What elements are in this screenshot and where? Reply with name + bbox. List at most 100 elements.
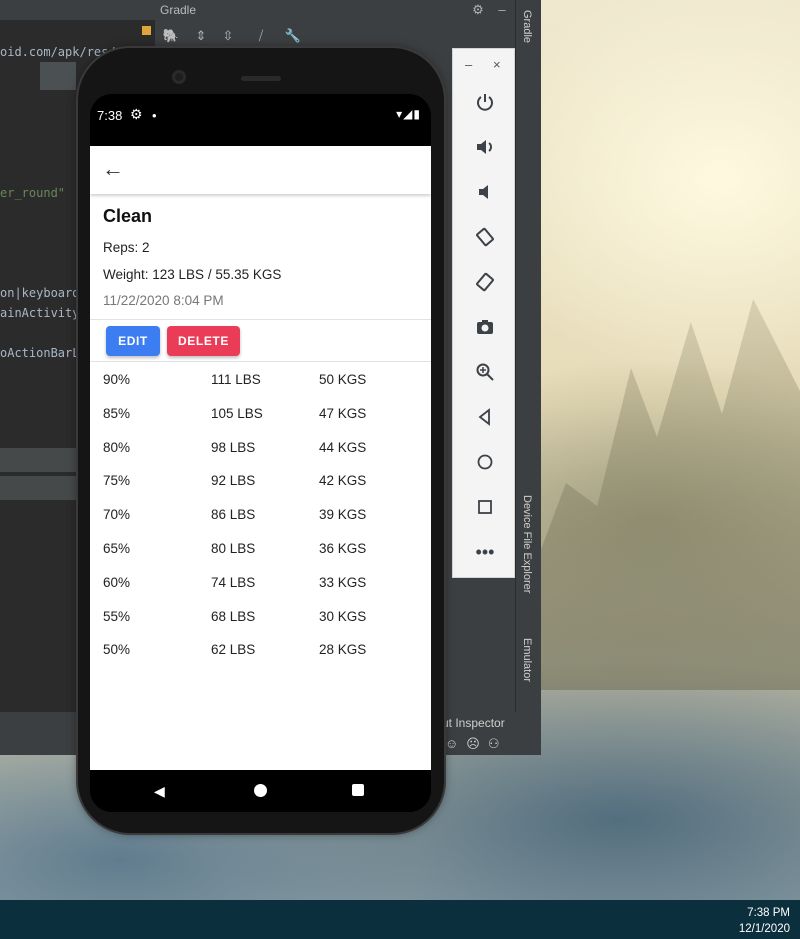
percent-text: 60%	[103, 574, 131, 590]
gradle-header: Gradle ⚙ –	[155, 0, 515, 20]
kgs-text: 42 KGS	[319, 473, 367, 489]
nav-home-icon[interactable]	[254, 784, 267, 797]
ide-list-row[interactable]	[0, 448, 76, 472]
edit-button[interactable]: EDIT	[106, 326, 160, 356]
tray-date: 12/1/2020	[738, 923, 790, 935]
percent-text: 65%	[103, 541, 131, 556]
app-bar: ←	[90, 146, 431, 194]
lbs-text: 98 LBS	[211, 439, 256, 455]
layout-inspector-label[interactable]: ut Inspector	[442, 716, 505, 730]
lbs-text: 68 LBS	[211, 608, 256, 624]
lbs-text: 80 LBS	[211, 541, 256, 556]
code-line[interactable]: oActionBarL	[0, 346, 79, 360]
percent-text: 75%	[103, 473, 131, 489]
kgs-text: 39 KGS	[319, 507, 367, 523]
kgs-text: 44 KGS	[319, 439, 367, 455]
tab-emulator[interactable]: Emulator	[521, 638, 533, 682]
expand-all-icon[interactable]: ⇕	[192, 27, 210, 45]
lbs-text: 92 LBS	[211, 473, 256, 489]
percent-text: 55%	[103, 608, 131, 624]
tray-time: 7:38 PM	[747, 907, 790, 919]
emulator-minimize-button[interactable]: –	[465, 57, 472, 72]
tray-clock[interactable]: 7:38 PM 12/1/2020	[739, 905, 790, 937]
delete-button[interactable]: DELETE	[167, 326, 240, 356]
phone-screen: 7:38 ⚙ • ▾◢▮ ← Clean Reps: 2 Weight: 123…	[90, 94, 431, 812]
minimize-icon[interactable]: –	[493, 1, 511, 19]
elephant-icon[interactable]: 🐘	[162, 27, 180, 45]
volume-up-icon[interactable]	[472, 134, 498, 160]
lbs-text: 86 LBS	[211, 507, 256, 523]
reps-text: Reps: 2	[103, 240, 150, 255]
back-arrow-icon[interactable]: ←	[102, 158, 124, 180]
percent-text: 50%	[103, 642, 131, 658]
rotate-left-icon[interactable]	[472, 224, 498, 250]
overview-icon[interactable]	[472, 494, 498, 520]
percentage-row: 55% 68 LBS 30 KGS	[90, 609, 431, 629]
code-line[interactable]: oid.com/apk/res/	[0, 45, 116, 59]
volume-down-icon[interactable]	[472, 179, 498, 205]
gradle-panel-title: Gradle	[160, 3, 197, 17]
lbs-text: 111 LBS	[211, 372, 261, 387]
percentage-row: 60% 74 LBS 33 KGS	[90, 575, 431, 595]
code-line[interactable]: on|keyboard	[0, 286, 79, 300]
status-bar: 7:38 ⚙ • ▾◢▮	[90, 94, 431, 146]
percentage-row: 65% 80 LBS 36 KGS	[90, 541, 431, 561]
percent-text: 80%	[103, 439, 131, 455]
right-tool-strip: Gradle Device File Explorer Emulator	[515, 0, 541, 755]
kgs-text: 30 KGS	[319, 608, 367, 624]
kgs-text: 33 KGS	[319, 574, 367, 590]
ide-list-row[interactable]	[0, 476, 76, 500]
percentage-row: 70% 86 LBS 39 KGS	[90, 507, 431, 527]
settings-gear-icon: ⚙	[130, 106, 143, 122]
percent-text: 85%	[103, 405, 131, 421]
rotate-right-icon[interactable]	[472, 269, 498, 295]
nav-back-icon[interactable]: ◀	[154, 783, 165, 800]
tab-device-file-explorer[interactable]: Device File Explorer	[521, 495, 533, 593]
percentage-row: 85% 105 LBS 47 KGS	[90, 406, 431, 426]
gear-icon[interactable]: ⚙	[469, 1, 487, 19]
offline-mode-icon[interactable]: ⧸	[252, 27, 270, 45]
divider	[90, 319, 431, 320]
emulator-controls-panel: – × •••	[452, 48, 515, 578]
more-icon[interactable]: •••	[472, 539, 498, 565]
camera-icon[interactable]	[472, 314, 498, 340]
collapse-all-icon[interactable]: ⇳	[219, 27, 237, 45]
editor-tab-strip	[0, 0, 155, 20]
notification-dot: •	[152, 108, 157, 123]
zoom-icon[interactable]	[472, 359, 498, 385]
emulator-close-button[interactable]: ×	[493, 57, 501, 72]
tab-gradle[interactable]: Gradle	[521, 10, 533, 43]
android-nav-bar: ◀	[90, 770, 431, 812]
front-camera	[172, 70, 186, 84]
divider	[90, 361, 431, 362]
kgs-text: 50 KGS	[319, 372, 367, 387]
weight-text: Weight: 123 LBS / 55.35 KGS	[103, 267, 282, 282]
editor-toolbar-chip[interactable]	[40, 62, 76, 90]
status-time: 7:38	[97, 108, 123, 123]
exercise-title: Clean	[103, 206, 153, 226]
percentage-row: 80% 98 LBS 44 KGS	[90, 440, 431, 460]
exercise-detail-screen: ← Clean Reps: 2 Weight: 123 LBS / 55.35 …	[90, 146, 431, 770]
date-text: 11/22/2020 8:04 PM	[103, 293, 224, 308]
percentage-row: 75% 92 LBS 42 KGS	[90, 473, 431, 493]
code-line[interactable]: ainActivity	[0, 306, 79, 320]
code-line[interactable]: er_round"	[0, 186, 65, 200]
nav-recents-icon[interactable]	[352, 784, 364, 796]
percent-text: 90%	[103, 372, 131, 387]
percentage-row: 50% 62 LBS 28 KGS	[90, 642, 431, 662]
kgs-text: 36 KGS	[319, 541, 367, 556]
feedback-icons[interactable]: ☺☹⚇	[445, 736, 507, 752]
back-icon[interactable]	[472, 404, 498, 430]
lbs-text: 105 LBS	[211, 405, 263, 421]
lbs-text: 62 LBS	[211, 642, 256, 658]
kgs-text: 47 KGS	[319, 405, 367, 421]
wifi-signal-battery-icon: ▾◢▮	[396, 107, 421, 121]
power-icon[interactable]	[472, 89, 498, 115]
home-icon[interactable]	[472, 449, 498, 475]
percent-text: 70%	[103, 507, 131, 523]
percentage-row: 90% 111 LBS 50 KGS	[90, 372, 431, 392]
kgs-text: 28 KGS	[319, 642, 367, 658]
wrench-icon[interactable]: 🔧	[284, 27, 302, 45]
lbs-text: 74 LBS	[211, 574, 256, 590]
windows-taskbar: 7:38 PM 12/1/2020	[0, 900, 800, 939]
